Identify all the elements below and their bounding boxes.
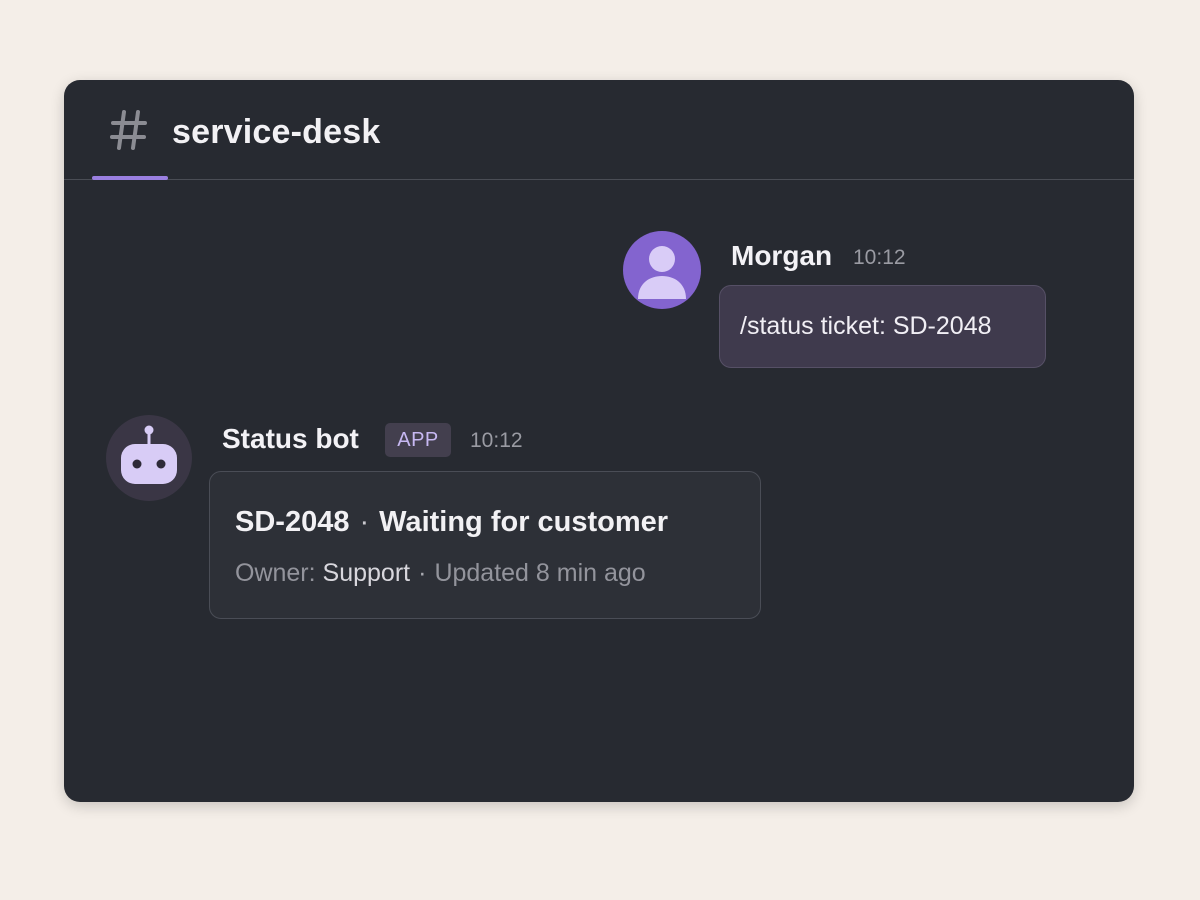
ticket-status-card[interactable]: SD-2048 · Waiting for customer Owner: Supp… — [209, 471, 761, 619]
channel-name: service-desk — [172, 113, 381, 151]
user-avatar[interactable] — [623, 231, 701, 309]
message-author[interactable]: Morgan — [731, 239, 832, 273]
bot-avatar[interactable] — [106, 415, 192, 501]
meta-separator: · — [418, 559, 427, 587]
ticket-status: Waiting for customer — [379, 506, 669, 538]
message-timestamp: 10:12 — [470, 429, 523, 452]
robot-icon — [121, 425, 177, 484]
title-separator: · — [359, 506, 370, 538]
owner-label: Owner: — [235, 559, 316, 587]
hash-icon — [110, 110, 147, 150]
message-timestamp: 10:12 — [853, 246, 906, 269]
app-badge: APP — [385, 423, 451, 457]
active-tab-indicator — [92, 176, 168, 180]
chat-window: service-desk Morgan 10:12 /status ticket… — [64, 80, 1134, 802]
ticket-card-meta: Owner: Support · Updated 8 min ago — [235, 556, 646, 590]
ticket-id: SD-2048 — [235, 506, 350, 538]
updated-time: Updated 8 min ago — [434, 559, 646, 587]
owner-value: Support — [322, 559, 411, 587]
ticket-card-title: SD-2048 · Waiting for customer — [235, 502, 668, 542]
message-author[interactable]: Status bot — [222, 422, 359, 456]
channel-header: service-desk — [64, 80, 1134, 180]
user-avatar-icon — [638, 246, 686, 299]
message-bubble: /status ticket: SD-2048 — [719, 285, 1046, 368]
